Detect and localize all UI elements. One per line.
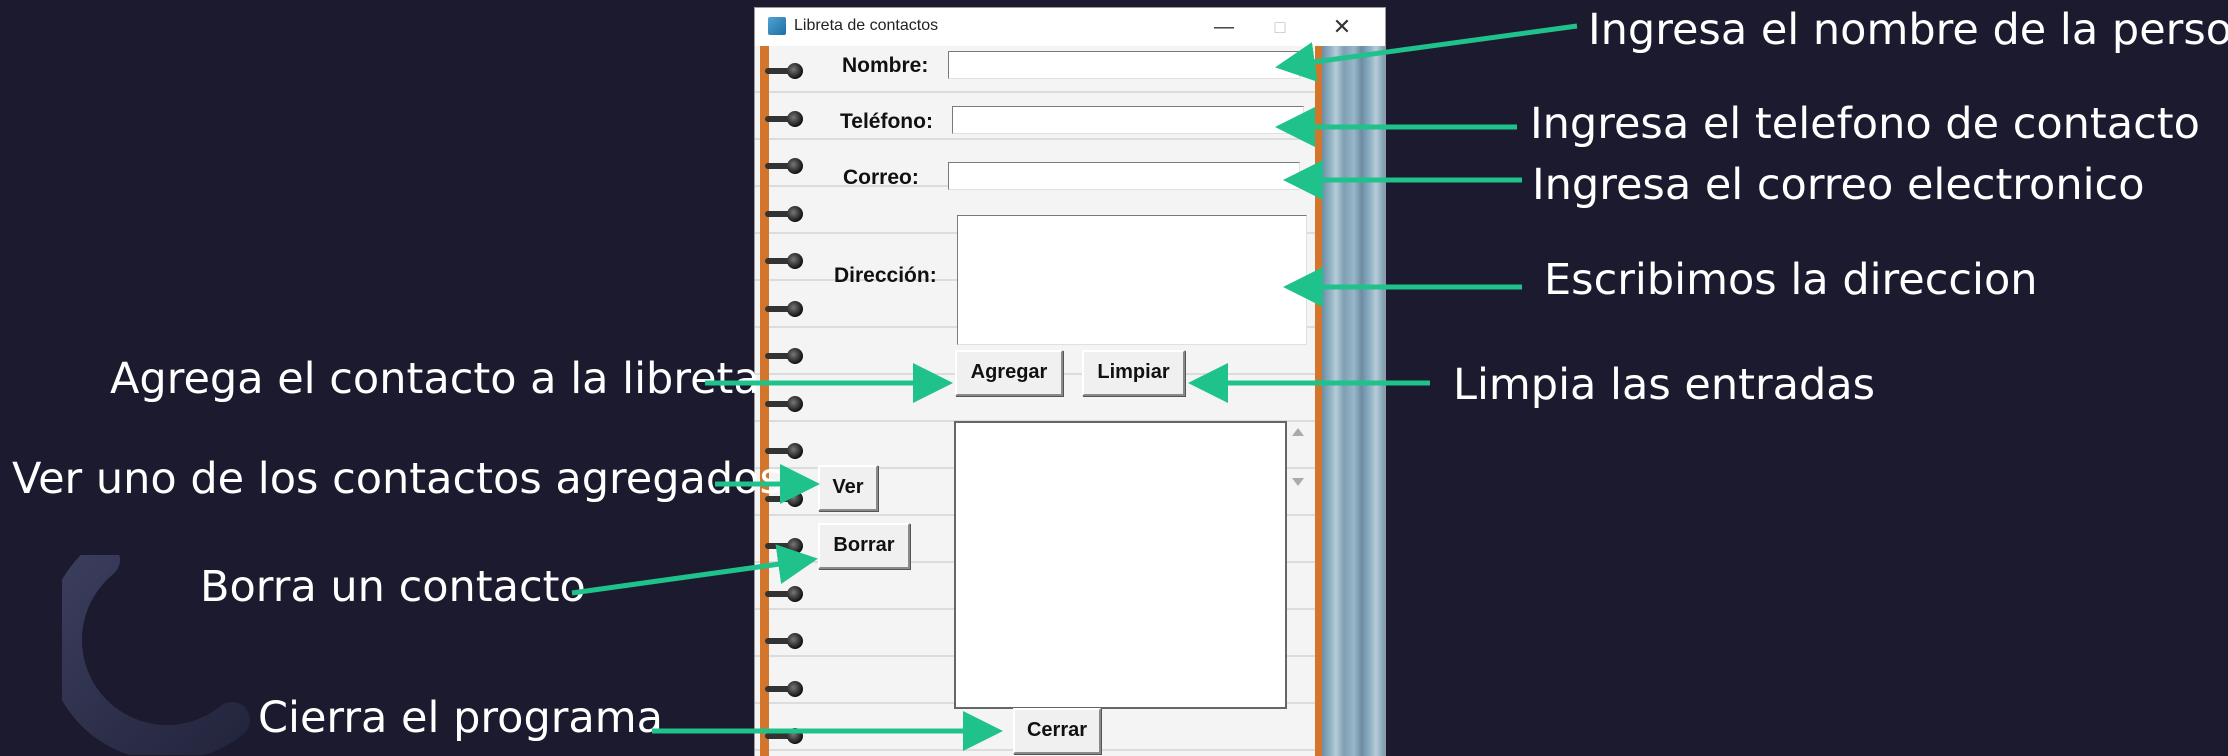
annotation-arrows bbox=[571, 23, 1578, 751]
arrow-borrar bbox=[571, 544, 818, 596]
arrow-nombre bbox=[1275, 23, 1578, 82]
